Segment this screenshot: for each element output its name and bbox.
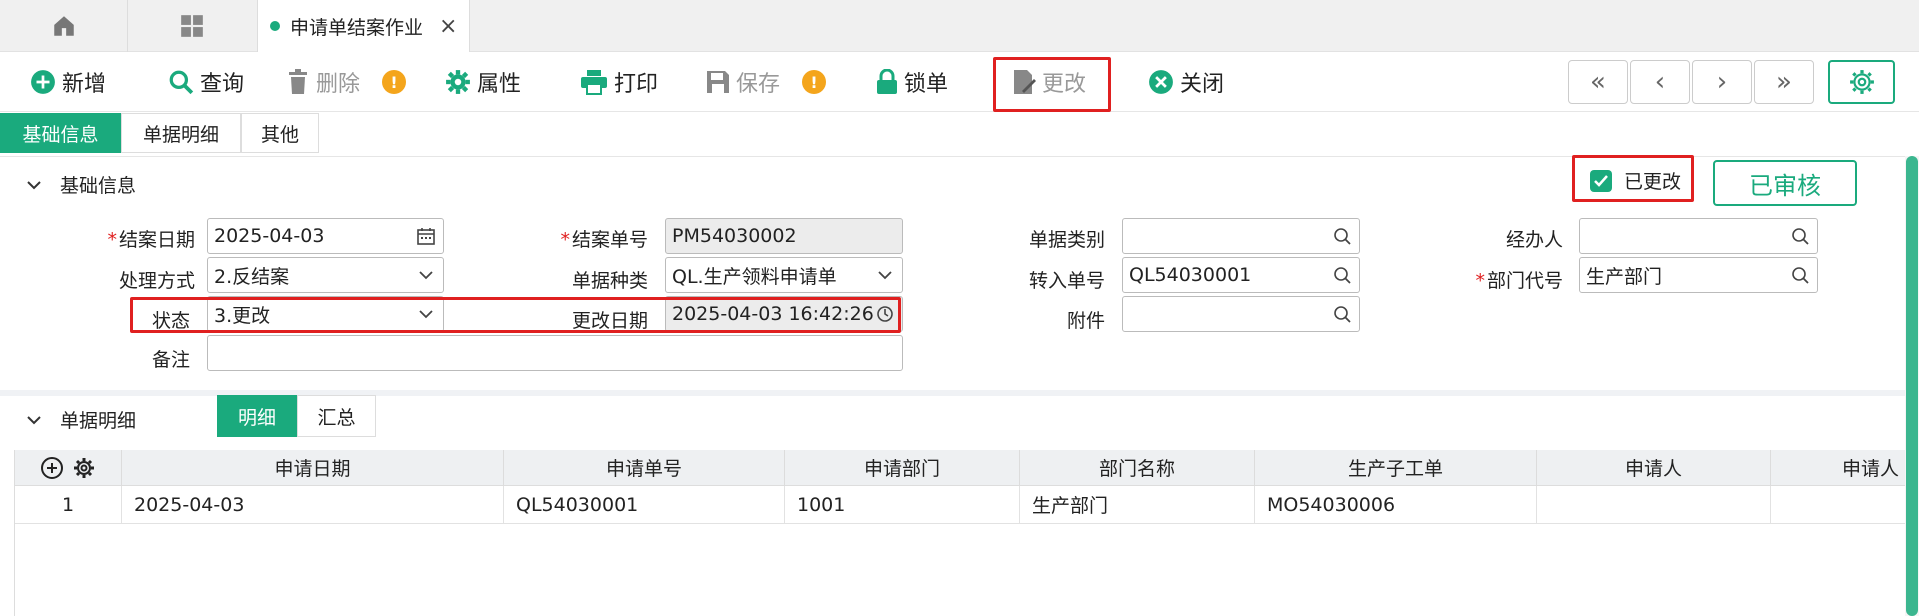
col-sub-work-order[interactable]: 生产子工单 <box>1255 450 1537 486</box>
cell-apply-date[interactable]: 2025-04-03 <box>122 486 504 524</box>
lock-button[interactable]: 锁单 <box>876 52 948 112</box>
print-button[interactable]: 打印 <box>580 52 658 112</box>
save-button[interactable]: 保存 ! <box>706 52 827 112</box>
close-circle-icon <box>1149 70 1173 94</box>
detail-grid: 申请日期 申请单号 申请部门 部门名称 生产子工单 申请人 申请人 1 2025… <box>14 450 1906 616</box>
home-icon <box>53 16 74 36</box>
scrollbar-thumb[interactable] <box>1906 156 1918 616</box>
printer-icon <box>581 70 607 95</box>
close-tab-icon[interactable]: × <box>439 14 457 39</box>
basic-info-header[interactable]: 基础信息 <box>26 171 136 198</box>
tab-bar: 申请单结案作业 × <box>0 0 1919 52</box>
modify-highlight <box>993 57 1111 112</box>
close-date-field[interactable]: 2025-04-03 <box>207 218 444 254</box>
tab-summary[interactable]: 汇总 <box>297 395 376 437</box>
gear-icon <box>446 70 470 94</box>
delete-button[interactable]: 删除 ! <box>286 52 407 112</box>
doc-category-field[interactable] <box>1122 218 1360 254</box>
chevron-down-icon <box>419 271 433 280</box>
close-no-label: * 结案单号 <box>560 229 648 251</box>
attachment-field[interactable] <box>1122 296 1360 332</box>
grid-icon <box>181 15 203 37</box>
tab-basic-info[interactable]: 基础信息 <box>0 113 121 153</box>
search-icon[interactable] <box>1333 266 1351 284</box>
process-select[interactable]: 2.反结案 <box>207 257 444 293</box>
gear-icon <box>1849 70 1874 94</box>
doc-category-label: 单据类别 <box>1028 229 1105 251</box>
detail-header[interactable]: 单据明细 <box>26 406 136 433</box>
cell-apply-dept[interactable]: 1001 <box>785 486 1020 524</box>
cell-applicant-2[interactable] <box>1771 486 1906 524</box>
chevron-down-icon <box>27 180 41 189</box>
save-warning-icon: ! <box>802 70 827 94</box>
prev-page-button[interactable]: ‹ <box>1630 60 1690 104</box>
next-page-button[interactable]: › <box>1692 60 1752 104</box>
last-page-button[interactable]: » <box>1754 60 1814 104</box>
close-no-field: PM54030002 <box>665 218 903 254</box>
settings-button[interactable] <box>1828 60 1895 104</box>
search-icon[interactable] <box>1333 227 1351 245</box>
search-icon[interactable] <box>1333 305 1351 323</box>
transfer-no-label: 转入单号 <box>1028 270 1105 292</box>
trash-icon <box>289 69 307 94</box>
calendar-icon[interactable] <box>417 227 435 245</box>
chevron-down-icon <box>878 271 892 280</box>
first-page-button[interactable]: « <box>1568 60 1628 104</box>
tab-other[interactable]: 其他 <box>241 113 319 153</box>
search-icon[interactable] <box>1791 266 1809 284</box>
active-document-tab[interactable]: 申请单结案作业 × <box>257 0 470 52</box>
modified-highlight <box>1572 155 1694 202</box>
col-apply-dept[interactable]: 申请部门 <box>785 450 1020 486</box>
doc-type-label: 单据种类 <box>571 270 648 292</box>
properties-button[interactable]: 属性 <box>445 52 521 112</box>
tab-title: 申请单结案作业 <box>290 16 424 39</box>
delete-warning-icon: ! <box>382 70 407 94</box>
search-icon <box>169 70 194 95</box>
remark-label: 备注 <box>151 349 190 371</box>
plus-circle-icon <box>31 70 55 94</box>
cell-apply-no[interactable]: QL54030001 <box>504 486 785 524</box>
save-icon <box>707 71 729 93</box>
gear-icon[interactable] <box>72 456 96 480</box>
query-button[interactable]: 查询 <box>168 52 244 112</box>
col-applicant[interactable]: 申请人 <box>1537 450 1771 486</box>
dept-code-field[interactable]: 生产部门 <box>1579 257 1818 293</box>
col-dept-name[interactable]: 部门名称 <box>1020 450 1255 486</box>
active-dot <box>270 21 280 31</box>
doc-type-select[interactable]: QL.生产领料申请单 <box>665 257 903 293</box>
grid-tools-header <box>15 450 122 486</box>
process-label: 处理方式 <box>118 270 195 292</box>
col-apply-no[interactable]: 申请单号 <box>504 450 785 486</box>
home-tab[interactable] <box>0 0 128 52</box>
handler-label: 经办人 <box>1505 229 1563 251</box>
cell-dept-name[interactable]: 生产部门 <box>1020 486 1255 524</box>
close-date-label: * 结案日期 <box>107 229 195 251</box>
add-button[interactable]: 新增 <box>30 52 106 112</box>
dept-code-label: * 部门代号 <box>1475 270 1563 292</box>
approved-status-button[interactable]: 已审核 <box>1713 160 1857 206</box>
add-row-icon[interactable] <box>40 456 64 480</box>
cell-sub-work-order[interactable]: MO54030006 <box>1255 486 1537 524</box>
chevron-down-icon <box>27 415 41 424</box>
cell-applicant[interactable] <box>1537 486 1771 524</box>
search-icon[interactable] <box>1791 227 1809 245</box>
remark-field[interactable] <box>207 335 903 371</box>
tab-detail[interactable]: 明细 <box>217 395 297 437</box>
row-index: 1 <box>15 486 122 524</box>
close-button[interactable]: 关闭 <box>1148 52 1224 112</box>
handler-field[interactable] <box>1579 218 1818 254</box>
grid-menu-tab[interactable] <box>128 0 256 52</box>
col-apply-date[interactable]: 申请日期 <box>122 450 504 486</box>
tab-doc-detail[interactable]: 单据明细 <box>121 113 241 153</box>
attachment-label: 附件 <box>1066 310 1105 332</box>
transfer-no-field[interactable]: QL54030001 <box>1122 257 1360 293</box>
lock-icon <box>877 69 897 94</box>
status-row-highlight <box>130 297 901 333</box>
col-applicant-2[interactable]: 申请人 <box>1771 450 1906 486</box>
